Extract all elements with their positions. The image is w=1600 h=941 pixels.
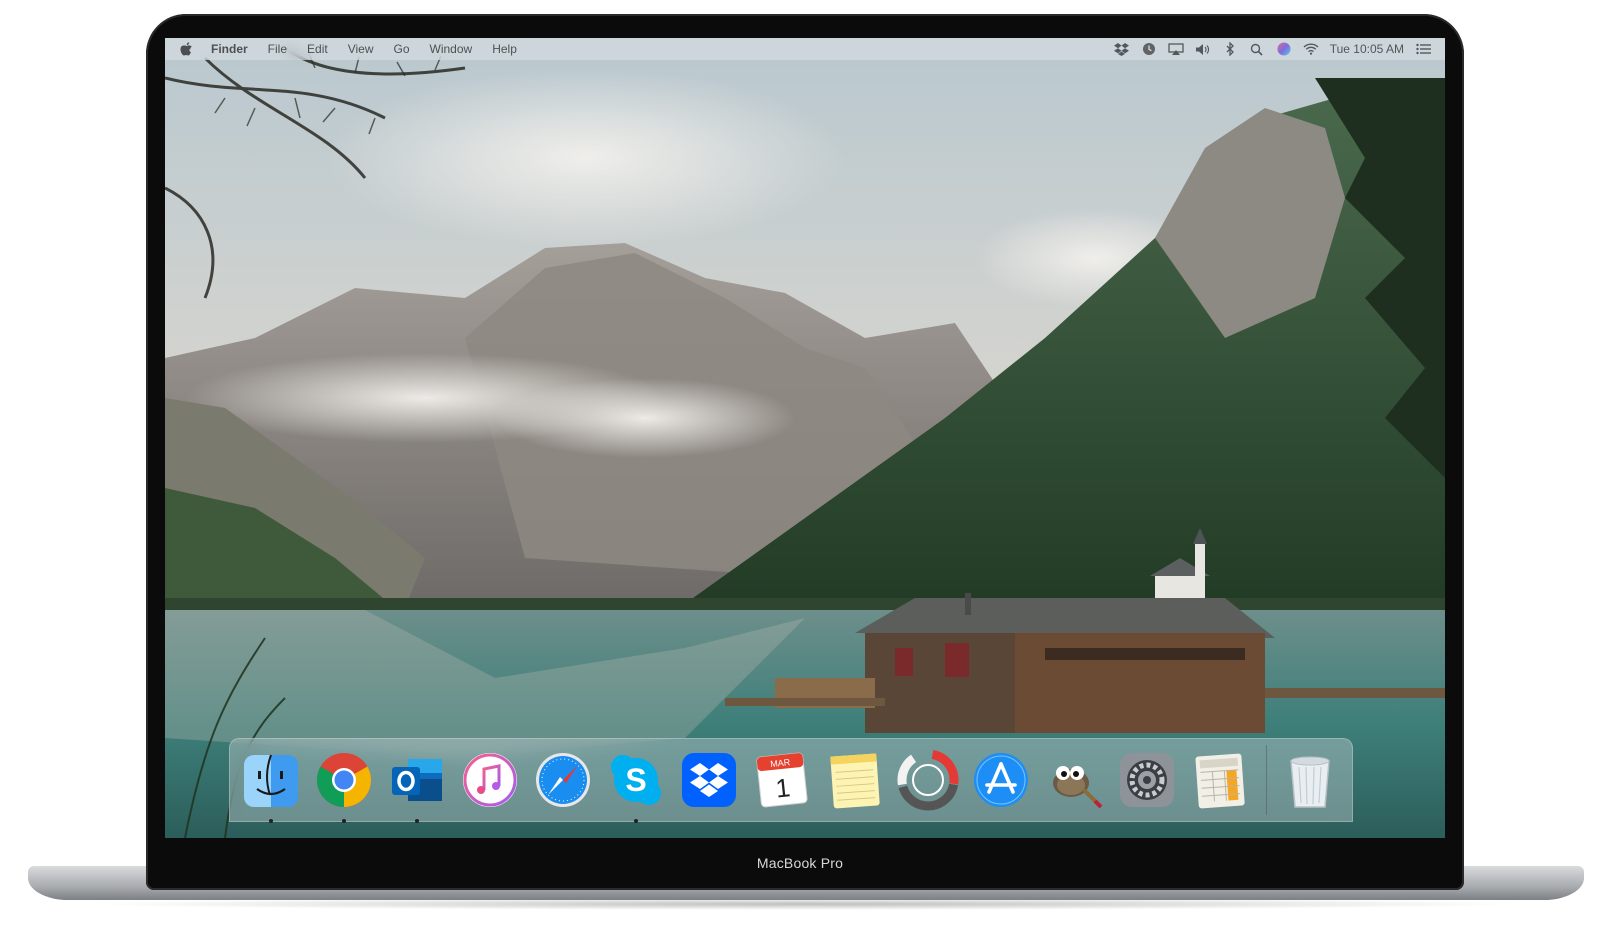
airplay-icon[interactable]: [1168, 42, 1184, 56]
menubar-clock[interactable]: Tue 10:05 AM: [1330, 42, 1404, 56]
dock-gimp[interactable]: [1043, 749, 1105, 811]
menu-edit[interactable]: Edit: [297, 38, 338, 60]
dock-safari[interactable]: [532, 749, 594, 811]
dock-chrome[interactable]: [313, 749, 375, 823]
dock-app-store[interactable]: [970, 749, 1032, 811]
timemachine-icon[interactable]: [1141, 42, 1157, 56]
dock-system-preferences[interactable]: [1116, 749, 1178, 811]
apple-logo-icon[interactable]: [179, 41, 193, 57]
running-indicator: [269, 819, 273, 823]
menu-help[interactable]: Help: [482, 38, 527, 60]
chrome-icon: [316, 753, 372, 807]
calendar-icon: MAR 1: [756, 752, 808, 808]
finder-icon: [244, 754, 298, 807]
desktop-wallpaper: [165, 38, 1445, 838]
outlook-icon: [392, 759, 442, 801]
trash-icon: [1290, 756, 1330, 808]
menu-view[interactable]: View: [338, 38, 384, 60]
dock-daisydisk[interactable]: [897, 749, 959, 811]
calendar-month: MAR: [770, 757, 791, 769]
running-indicator: [342, 819, 346, 823]
dock-numbers[interactable]: [1189, 749, 1251, 811]
skype-icon: S: [611, 755, 661, 805]
dock-separator: [1266, 745, 1267, 815]
safari-icon: [536, 753, 590, 807]
wifi-icon[interactable]: [1303, 42, 1319, 56]
notification-center-icon[interactable]: [1415, 42, 1431, 56]
siri-icon[interactable]: [1276, 42, 1292, 56]
menu-go[interactable]: Go: [384, 38, 420, 60]
itunes-icon: [463, 753, 517, 807]
volume-icon[interactable]: [1195, 42, 1211, 56]
dropbox-icon[interactable]: [1114, 42, 1130, 56]
dock-skype[interactable]: S: [605, 749, 667, 823]
desktop-screen: Finder File Edit View Go Window Help Tue…: [165, 38, 1445, 838]
dock-itunes[interactable]: [459, 749, 521, 811]
app-store-icon: [974, 753, 1028, 807]
running-indicator: [415, 819, 419, 823]
menu-window[interactable]: Window: [420, 38, 483, 60]
bluetooth-icon[interactable]: [1222, 42, 1238, 56]
model-label: MacBook Pro: [756, 855, 844, 871]
daisydisk-icon: [897, 749, 959, 811]
svg-text:S: S: [625, 762, 646, 798]
system-preferences-icon: [1120, 753, 1174, 807]
dock-finder[interactable]: [240, 749, 302, 823]
spotlight-search-icon[interactable]: [1249, 42, 1265, 56]
dock-dropbox[interactable]: [678, 749, 740, 811]
notes-icon: [830, 753, 880, 809]
numbers-icon: [1195, 753, 1245, 809]
dock-outlook[interactable]: [386, 749, 448, 823]
dock: S MAR 1: [229, 738, 1353, 823]
running-indicator: [634, 819, 638, 823]
gimp-icon: [1053, 766, 1103, 809]
macbook-laptop: Finder File Edit View Go Window Help Tue…: [0, 0, 1600, 941]
menu-finder[interactable]: Finder: [201, 38, 258, 60]
menu-file[interactable]: File: [258, 38, 297, 60]
dropbox-app-icon: [682, 753, 736, 807]
dock-calendar[interactable]: MAR 1: [751, 749, 813, 811]
dock-trash[interactable]: [1279, 749, 1341, 811]
menu-bar: Finder File Edit View Go Window Help Tue…: [165, 38, 1445, 60]
dock-notes[interactable]: [824, 749, 886, 811]
